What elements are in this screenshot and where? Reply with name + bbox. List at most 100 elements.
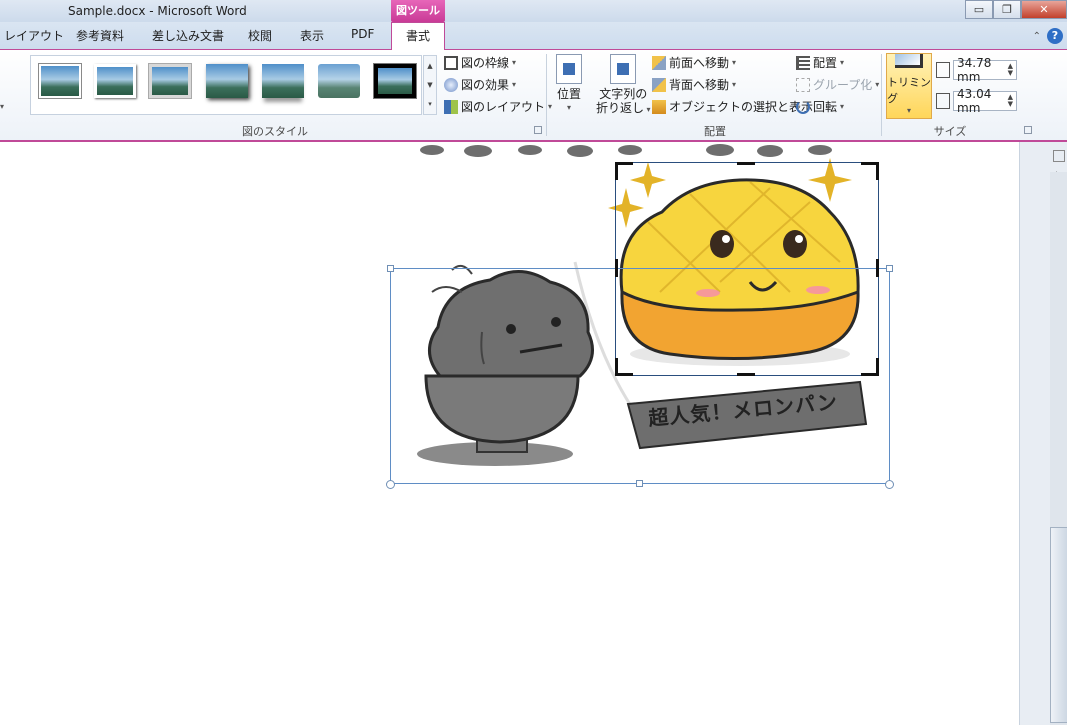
selection-pane-button[interactable]: オブジェクトの選択と表示 bbox=[652, 98, 813, 115]
bring-forward-label: 前面へ移動 bbox=[669, 56, 730, 70]
tab-format[interactable]: 書式 bbox=[391, 22, 445, 51]
send-backward-label: 背面へ移動 bbox=[669, 78, 730, 92]
picture-effects-icon bbox=[444, 77, 458, 92]
tab-pdf[interactable]: PDF bbox=[351, 27, 374, 41]
wrap-text-label-line2: 折り返し bbox=[596, 101, 645, 115]
bring-forward-button[interactable]: 前面へ移動 ▾ bbox=[652, 54, 736, 71]
crop-handle[interactable] bbox=[876, 259, 879, 277]
wrap-text-button[interactable]: 文字列の 折り返し ▾ bbox=[596, 54, 651, 117]
crop-handle[interactable] bbox=[615, 162, 633, 180]
crop-handle[interactable] bbox=[737, 162, 755, 165]
restore-button[interactable]: ❐ bbox=[993, 0, 1021, 19]
picture-style-thumb[interactable] bbox=[39, 64, 81, 98]
help-icon[interactable]: ? bbox=[1047, 28, 1063, 44]
chevron-down-icon: ▾ bbox=[512, 80, 517, 89]
bring-forward-icon bbox=[652, 55, 666, 70]
crop-button[interactable]: トリミング ▾ bbox=[886, 53, 932, 119]
width-spinner-icon[interactable]: ▲ ▼ bbox=[1008, 94, 1013, 108]
height-spinner-icon[interactable]: ▲ ▼ bbox=[1008, 63, 1013, 77]
align-icon bbox=[796, 55, 810, 70]
wrap-text-icon bbox=[610, 54, 637, 84]
resize-handle[interactable] bbox=[387, 265, 394, 272]
crop-handle[interactable] bbox=[861, 162, 879, 180]
gallery-down-icon[interactable]: ▼ bbox=[427, 81, 432, 89]
picture-style-thumb[interactable] bbox=[262, 64, 304, 98]
picture-effects-label: 図の効果 bbox=[461, 78, 510, 92]
wrap-text-label-line1: 文字列の bbox=[599, 87, 648, 101]
group-separator bbox=[881, 54, 882, 136]
picture-styles-gallery bbox=[30, 55, 422, 115]
chevron-down-icon: ▾ bbox=[732, 58, 737, 67]
resize-handle[interactable] bbox=[886, 265, 893, 272]
group-label-picture-styles: 図のスタイル bbox=[242, 125, 308, 138]
position-icon bbox=[556, 54, 582, 84]
width-input[interactable]: 43.04 mm ▲ ▼ bbox=[953, 87, 1017, 115]
gallery-scroll-buttons[interactable]: ▲ ▼ ▾ bbox=[423, 55, 437, 115]
width-value: 43.04 mm bbox=[957, 87, 992, 115]
tab-mailings[interactable]: 差し込み文書 bbox=[152, 27, 224, 44]
crop-icon bbox=[895, 54, 923, 68]
chevron-down-icon: ▾ bbox=[548, 102, 553, 111]
position-button[interactable]: 位置 ▾ bbox=[556, 54, 582, 115]
crop-region[interactable] bbox=[615, 162, 879, 376]
chevron-down-icon: ▾ bbox=[875, 80, 880, 89]
resize-handle[interactable] bbox=[885, 480, 894, 489]
chevron-down-icon: ▾ bbox=[840, 58, 845, 67]
position-label: 位置 bbox=[556, 87, 581, 101]
crop-handle[interactable] bbox=[615, 259, 618, 277]
picture-style-thumb[interactable] bbox=[206, 64, 248, 98]
chevron-down-icon: ▾ bbox=[906, 106, 911, 115]
width-icon bbox=[936, 93, 950, 109]
rotate-label: 回転 bbox=[813, 100, 838, 114]
group-icon bbox=[796, 77, 810, 92]
rotate-button[interactable]: 回転 ▾ bbox=[796, 98, 844, 115]
group-button[interactable]: グループ化 ▾ bbox=[796, 76, 879, 93]
picture-style-thumb[interactable] bbox=[318, 64, 360, 98]
picture-effects-button[interactable]: 図の効果 ▾ bbox=[444, 76, 516, 93]
dialog-launcher-icon[interactable] bbox=[1024, 126, 1032, 134]
ruler-toggle-icon[interactable] bbox=[1053, 150, 1065, 162]
close-button[interactable]: ✕ bbox=[1021, 0, 1067, 19]
crop-handle[interactable] bbox=[861, 358, 879, 376]
tab-layout[interactable]: レイアウト bbox=[4, 27, 64, 44]
dialog-launcher-icon[interactable] bbox=[534, 126, 542, 134]
picture-style-thumb-selected[interactable] bbox=[373, 63, 417, 99]
align-button[interactable]: 配置 ▾ bbox=[796, 54, 844, 71]
gallery-up-icon[interactable]: ▲ bbox=[427, 62, 432, 70]
send-backward-button[interactable]: 背面へ移動 ▾ bbox=[652, 76, 736, 93]
send-backward-icon bbox=[652, 77, 666, 92]
ribbon: ▾ ▲ ▼ ▾ 図の枠線 ▾ 図の効果 ▾ 図のレイアウト ▾ 図のスタイル 位… bbox=[0, 50, 1067, 142]
wrap-text-label-line2-wrap: 折り返し ▾ bbox=[596, 101, 651, 117]
height-input[interactable]: 34.78 mm ▲ ▼ bbox=[953, 56, 1017, 84]
picture-border-button[interactable]: 図の枠線 ▾ bbox=[444, 54, 516, 71]
group-label-size: サイズ bbox=[933, 125, 967, 138]
window-title: Sample.docx - Microsoft Word bbox=[68, 4, 247, 18]
crop-handle[interactable] bbox=[737, 373, 755, 376]
tab-review[interactable]: 校閲 bbox=[248, 27, 272, 44]
chevron-down-icon: ▾ bbox=[732, 80, 737, 89]
resize-handle[interactable] bbox=[386, 480, 395, 489]
ribbon-left-dropdown[interactable]: ▾ bbox=[0, 102, 4, 111]
tab-references[interactable]: 参考資料 bbox=[76, 27, 124, 44]
vertical-scrollbar[interactable]: ▲ bbox=[1019, 142, 1067, 725]
crop-handle[interactable] bbox=[615, 358, 633, 376]
selection-pane-icon bbox=[652, 99, 666, 114]
align-label: 配置 bbox=[813, 56, 838, 70]
tab-view[interactable]: 表示 bbox=[300, 27, 324, 44]
picture-border-label: 図の枠線 bbox=[461, 56, 510, 70]
document-page[interactable]: 超人気！メロンパン bbox=[0, 142, 1019, 725]
chevron-down-icon: ▾ bbox=[644, 105, 651, 114]
chevron-down-icon: ▾ bbox=[840, 102, 845, 111]
minimize-ribbon-icon[interactable]: ⌃ bbox=[1033, 31, 1041, 42]
scroll-thumb[interactable] bbox=[1050, 527, 1067, 723]
minimize-button[interactable]: ▭ bbox=[965, 0, 993, 19]
crop-label: トリミング bbox=[887, 76, 931, 105]
ribbon-tab-row: レイアウト 参考資料 差し込み文書 校閲 表示 PDF 書式 ⌃ ? bbox=[0, 22, 1067, 51]
resize-handle[interactable] bbox=[636, 480, 643, 487]
height-icon bbox=[936, 62, 950, 78]
picture-layout-label: 図のレイアウト bbox=[461, 100, 546, 114]
picture-style-thumb[interactable] bbox=[94, 64, 136, 98]
picture-style-thumb[interactable] bbox=[149, 64, 191, 98]
picture-layout-button[interactable]: 図のレイアウト ▾ bbox=[444, 98, 552, 115]
gallery-more-icon[interactable]: ▾ bbox=[428, 100, 432, 108]
